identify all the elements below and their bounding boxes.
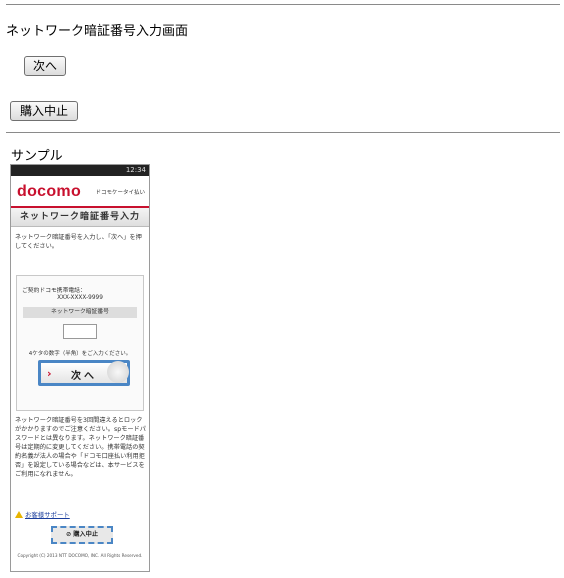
cancel-purchase-button[interactable]: 購入中止 xyxy=(10,101,78,121)
phone-next-button: › 次へ xyxy=(38,360,130,386)
warning-icon xyxy=(15,511,23,518)
contract-label: ご契約ドコモ携帯電話： xyxy=(22,288,86,294)
phone-header: docomo ドコモケータイ払い xyxy=(11,176,149,208)
button-circle-decoration xyxy=(107,361,129,383)
pin-input xyxy=(63,324,97,339)
phone-number: XXX-XXXX-9999 xyxy=(57,295,103,301)
support-link: お客様サポート xyxy=(15,510,70,519)
phone-status-bar: 12:34 xyxy=(11,165,149,176)
sample-phone-screenshot: 12:34 docomo ドコモケータイ払い ネットワーク暗証番号入力 ネットワ… xyxy=(10,164,150,572)
phone-notes: ネットワーク暗証番号を3回間違えるとロックがかかりますのでご注意ください。spモ… xyxy=(15,417,146,478)
top-divider xyxy=(6,4,560,5)
phone-screen-title: ネットワーク暗証番号入力 xyxy=(11,208,149,227)
sample-label: サンプル xyxy=(11,149,63,164)
cancel-icon: ⊘ xyxy=(65,531,72,538)
next-button[interactable]: 次へ xyxy=(24,56,66,76)
phone-cancel-label: 購入中止 xyxy=(73,531,99,538)
status-time: 12:34 xyxy=(125,166,146,174)
section-divider xyxy=(6,132,560,133)
pin-field-label: ネットワーク暗証番号 xyxy=(23,307,137,318)
support-link-label: お客様サポート xyxy=(25,511,70,519)
phone-copyright: Copyright (C) 2013 NTT DOCOMO, INC. All … xyxy=(17,553,143,558)
phone-instruction: ネットワーク暗証番号を入力し、「次へ」を押してください。 xyxy=(15,234,142,250)
phone-cancel-button: ⊘ 購入中止 xyxy=(51,526,113,544)
page-title: ネットワーク暗証番号入力画面 xyxy=(6,24,189,39)
docomo-logo: docomo xyxy=(17,183,82,200)
service-name: ドコモケータイ払い xyxy=(95,190,145,196)
pin-hint: 4ケタの数字（半角）をご入力ください。 xyxy=(28,351,132,357)
pin-entry-box: ご契約ドコモ携帯電話： XXX-XXXX-9999 ネットワーク暗証番号 4ケタ… xyxy=(16,275,144,411)
